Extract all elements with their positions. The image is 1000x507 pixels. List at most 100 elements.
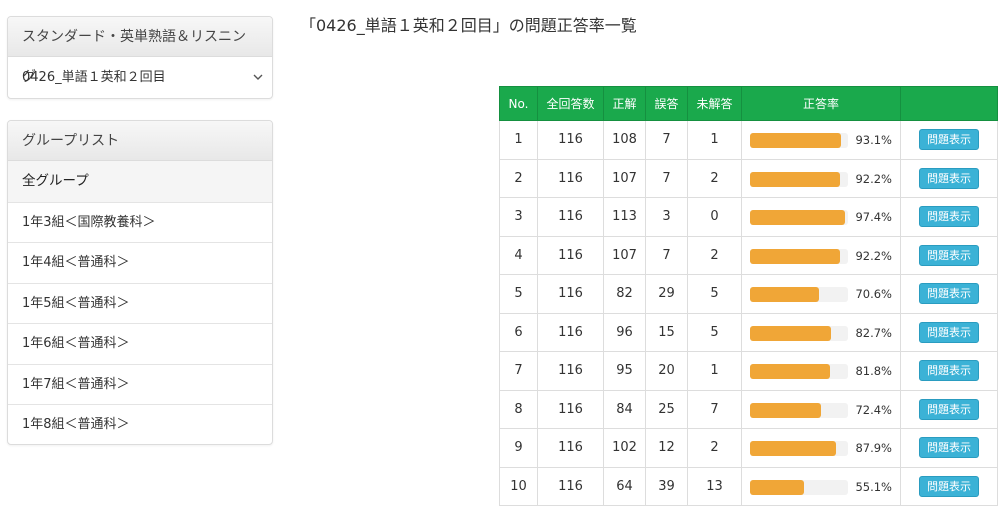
page-title: 「0426_単語１英和２回目」の問題正答率一覧 [300,16,637,35]
rate-percent-label: 92.2% [855,171,892,186]
show-question-button[interactable]: 問題表示 [919,360,979,382]
cell-action: 問題表示 [900,351,998,391]
show-question-button[interactable]: 問題表示 [919,321,979,343]
cell-wrong: 7 [645,235,688,275]
group-list-header: グループリスト [8,121,272,161]
cell-correct: 84 [603,389,646,429]
cell-correct: 107 [603,235,646,275]
cell-total: 116 [537,428,604,468]
group-item[interactable]: 1年4組＜普通科＞ [8,242,272,283]
show-question-button[interactable]: 問題表示 [919,437,979,459]
cell-action: 問題表示 [900,274,998,314]
rate-progress-fill [750,479,804,495]
cell-correct: 95 [603,351,646,391]
rate-progress-fill [750,402,821,418]
group-item[interactable]: 1年6組＜普通科＞ [8,323,272,364]
cell-correct: 102 [603,428,646,468]
rate-progress-fill [750,171,841,187]
cell-rate: 92.2% [741,158,901,198]
show-question-button[interactable]: 問題表示 [919,398,979,420]
cell-unanswered: 0 [687,197,742,237]
course-panel-header: スタンダード・英単熟語＆リスニング [8,17,272,85]
cell-unanswered: 5 [687,274,742,314]
group-list-panel: グループリスト 全グループ 1年3組＜国際教養科＞ 1年4組＜普通科＞ 1年5組＜普通… [7,120,273,445]
cell-correct: 96 [603,312,646,352]
cell-correct: 107 [603,158,646,198]
rate-progress-fill [750,133,842,148]
table-row: 1 116 108 7 1 93.1% 問題表示 [499,120,998,160]
show-question-button[interactable]: 問題表示 [919,167,979,189]
group-item[interactable]: 1年5組＜普通科＞ [8,282,272,324]
table-row: 10 116 64 39 13 55.1% 問題表示 [499,466,998,506]
show-question-button[interactable]: 問題表示 [919,244,979,266]
table-header-row: No. 全回答数 正解 誤答 未解答 正答率 [499,86,998,121]
header-rate: 正答率 [741,86,901,121]
show-question-button[interactable]: 問題表示 [919,206,979,228]
rate-progress-bar [750,210,848,225]
cell-unanswered: 5 [687,312,742,352]
rate-percent-label: 92.2% [855,248,892,263]
group-item[interactable]: 1年8組＜普通科＞ [8,404,272,445]
cell-rate: 82.7% [741,312,901,352]
group-item[interactable]: 1年7組＜普通科＞ [8,363,272,405]
rate-percent-label: 81.8% [855,364,892,378]
header-correct: 正解 [603,86,646,121]
cell-wrong: 12 [645,428,688,468]
rate-progress-fill [750,248,841,264]
rate-progress-bar [750,479,848,495]
cell-total: 116 [537,197,604,237]
header-wrong: 誤答 [645,86,688,121]
cell-action: 問題表示 [900,466,998,506]
cell-total: 116 [537,389,604,429]
table-row: 3 116 113 3 0 97.4% 問題表示 [499,197,998,237]
show-question-button[interactable]: 問題表示 [919,129,979,151]
cell-total: 116 [537,466,604,506]
rate-progress-bar [750,248,848,264]
rate-percent-label: 82.7% [855,325,892,340]
cell-unanswered: 13 [687,466,742,506]
test-select[interactable]: 0426_単語１英和２回目 [8,57,272,98]
cell-no: 6 [499,312,538,352]
table-row: 6 116 96 15 5 82.7% 問題表示 [499,312,998,352]
cell-correct: 113 [603,197,646,237]
results-table: No. 全回答数 正解 誤答 未解答 正答率 1 116 108 7 1 93.1% 問題表… [499,86,998,506]
cell-no: 9 [499,428,538,468]
cell-no: 5 [499,274,538,314]
cell-no: 2 [499,158,538,198]
cell-no: 7 [499,351,538,391]
cell-unanswered: 1 [687,351,742,391]
cell-rate: 81.8% [741,351,901,391]
header-total: 全回答数 [537,86,604,121]
rate-progress-fill [750,364,831,379]
rate-progress-bar [750,325,848,341]
show-question-button[interactable]: 問題表示 [919,475,979,497]
group-item[interactable]: 1年3組＜国際教養科＞ [8,201,272,243]
rate-progress-bar [750,171,848,187]
header-unanswered: 未解答 [687,86,742,121]
cell-action: 問題表示 [900,120,998,160]
cell-action: 問題表示 [900,389,998,429]
rate-percent-label: 97.4% [855,210,892,224]
group-item[interactable]: 全グループ [8,161,272,202]
cell-rate: 70.6% [741,274,901,314]
cell-total: 116 [537,120,604,160]
rate-progress-bar [750,364,848,379]
cell-no: 8 [499,389,538,429]
cell-no: 1 [499,120,538,160]
cell-action: 問題表示 [900,312,998,352]
cell-no: 4 [499,235,538,275]
rate-progress-fill [750,210,846,225]
rate-progress-fill [750,287,820,302]
cell-action: 問題表示 [900,197,998,237]
cell-unanswered: 1 [687,120,742,160]
cell-total: 116 [537,351,604,391]
cell-correct: 82 [603,274,646,314]
cell-total: 116 [537,158,604,198]
cell-wrong: 7 [645,120,688,160]
rate-percent-label: 70.6% [855,287,892,301]
cell-unanswered: 7 [687,389,742,429]
show-question-button[interactable]: 問題表示 [919,283,979,305]
chevron-down-icon [253,74,263,80]
table-row: 8 116 84 25 7 72.4% 問題表示 [499,389,998,429]
cell-unanswered: 2 [687,235,742,275]
